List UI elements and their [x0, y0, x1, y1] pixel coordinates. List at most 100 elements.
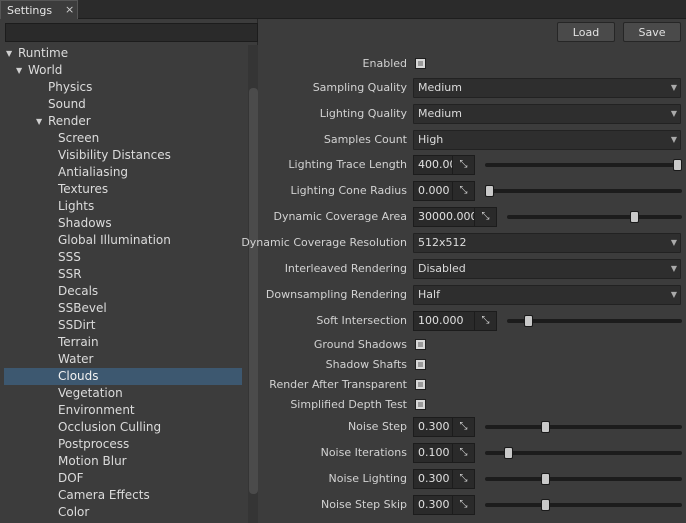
sampling-quality-select[interactable]: Medium ▼ [413, 78, 681, 98]
tree-item-label: Runtime [18, 46, 69, 60]
tree-item-sss[interactable]: SSS [4, 249, 242, 266]
lighting-quality-label: Lighting Quality [319, 107, 407, 120]
tree-item-environment[interactable]: Environment [4, 402, 242, 419]
tree-item-render[interactable]: ▼ Render [4, 113, 242, 130]
tree-item-antialiasing[interactable]: Antialiasing [4, 164, 242, 181]
lighting-trace-length-slider-track[interactable] [485, 163, 682, 167]
dynamic-coverage-area-slider-thumb[interactable] [629, 211, 639, 223]
dynamic-coverage-area-label: Dynamic Coverage Area [273, 210, 407, 223]
lighting-trace-length-slider-thumb[interactable] [673, 159, 682, 171]
noise-iterations-slider-thumb[interactable] [503, 447, 513, 459]
shadow-shafts-checkbox[interactable] [415, 359, 426, 370]
noise-lighting-slider-track[interactable] [485, 477, 682, 481]
tab-settings[interactable]: Settings × [0, 0, 78, 20]
tree-item-textures[interactable]: Textures [4, 181, 242, 198]
tree-item-vegetation[interactable]: Vegetation [4, 385, 242, 402]
tree-item-screen[interactable]: Screen [4, 130, 242, 147]
lighting-cone-radius-slider-thumb[interactable] [485, 185, 494, 197]
dynamic-coverage-area-slider-track[interactable] [507, 215, 682, 219]
noise-step-input[interactable]: 0.300 [413, 417, 453, 437]
load-button[interactable]: Load [557, 22, 615, 42]
expand-arrow-icon[interactable]: ▼ [36, 113, 42, 130]
noise-step-slider-track[interactable] [485, 425, 682, 429]
simplified-depth-test-checkbox[interactable] [415, 399, 426, 410]
soft-intersection-slider-thumb[interactable] [523, 315, 533, 327]
lighting-cone-radius-input[interactable]: 0.000 [413, 181, 453, 201]
tree-item-visibility-distances[interactable]: Visibility Distances [4, 147, 242, 164]
dynamic-coverage-resolution-label: Dynamic Coverage Resolution [241, 236, 407, 249]
soft-intersection-input[interactable]: 100.000 [413, 311, 475, 331]
ground-shadows-label: Ground Shadows [313, 338, 407, 351]
tree-item-sound[interactable]: Sound [4, 96, 242, 113]
downsampling-rendering-value: Half [418, 288, 440, 301]
tree-item-physics[interactable]: Physics [4, 79, 242, 96]
tree-item-global-illumination[interactable]: Global Illumination [4, 232, 242, 249]
save-button[interactable]: Save [623, 22, 681, 42]
lighting-trace-length-input[interactable]: 400.000 [413, 155, 453, 175]
tree-item-terrain[interactable]: Terrain [4, 334, 242, 351]
tree-item-world[interactable]: ▼ World [4, 62, 242, 79]
expand-arrows-icon[interactable]: ⤡ [453, 443, 475, 463]
tree-item-water[interactable]: Water [4, 351, 242, 368]
samples-count-value: High [418, 133, 444, 146]
samples-count-select[interactable]: High ▼ [413, 130, 681, 150]
tree-item-decals[interactable]: Decals [4, 283, 242, 300]
tree-item-shadows[interactable]: Shadows [4, 215, 242, 232]
dynamic-coverage-area-input[interactable]: 30000.000 [413, 207, 475, 227]
expand-arrows-icon[interactable]: ⤡ [453, 181, 475, 201]
tree-item-label: Global Illumination [58, 233, 171, 247]
expand-arrows-icon[interactable]: ⤡ [475, 207, 497, 227]
noise-step-label: Noise Step [347, 420, 407, 433]
tree-item-label: Visibility Distances [58, 148, 171, 162]
tree-item-ssr[interactable]: SSR [4, 266, 242, 283]
expand-arrows-icon[interactable]: ⤡ [453, 495, 475, 515]
noise-iterations-input[interactable]: 0.100 [413, 443, 453, 463]
interleaved-rendering-select[interactable]: Disabled ▼ [413, 259, 681, 279]
ground-shadows-checkbox[interactable] [415, 339, 426, 350]
tree-item-camera-effects[interactable]: Camera Effects [4, 487, 242, 504]
tree-item-label: Water [58, 352, 94, 366]
tree-item-ssbevel[interactable]: SSBevel [4, 300, 242, 317]
tree-item-dof[interactable]: DOF [4, 470, 242, 487]
lighting-cone-radius-label: Lighting Cone Radius [290, 184, 408, 197]
tree-item-color[interactable]: Color [4, 504, 242, 521]
tree-item-label: World [28, 63, 63, 77]
expand-arrow-icon[interactable]: ▼ [16, 62, 22, 79]
render-after-transparent-checkbox[interactable] [415, 379, 426, 390]
lighting-cone-radius-slider-track[interactable] [485, 189, 682, 193]
tree-item-label: SSS [58, 250, 81, 264]
settings-tree: Color Camera Effects DOF Motion Blur Postpro… [4, 45, 258, 523]
noise-lighting-slider-thumb[interactable] [541, 473, 551, 485]
tree-item-label: Color [58, 505, 90, 519]
tree-item-runtime[interactable]: ▼ Runtime [4, 45, 242, 62]
close-icon[interactable]: × [65, 3, 74, 16]
tree-item-postprocess[interactable]: Postprocess [4, 436, 242, 453]
noise-step-skip-slider-thumb[interactable] [541, 499, 551, 511]
dynamic-coverage-resolution-select[interactable]: 512x512 ▼ [413, 233, 681, 253]
tree-item-ssdirt[interactable]: SSDirt [4, 317, 242, 334]
chevron-down-icon: ▼ [670, 83, 677, 92]
noise-lighting-input[interactable]: 0.300 [413, 469, 453, 489]
expand-arrows-icon[interactable]: ⤡ [453, 417, 475, 437]
noise-iterations-slider-track[interactable] [485, 451, 682, 455]
tree-item-motion-blur[interactable]: Motion Blur [4, 453, 242, 470]
soft-intersection-slider-track[interactable] [507, 319, 682, 323]
scrollbar-thumb[interactable] [249, 88, 258, 494]
noise-step-skip-slider-track[interactable] [485, 503, 682, 507]
interleaved-rendering-label: Interleaved Rendering [284, 262, 407, 275]
lighting-quality-value: Medium [418, 107, 462, 120]
tree-item-label: SSDirt [58, 318, 96, 332]
expand-arrows-icon[interactable]: ⤡ [453, 469, 475, 489]
downsampling-rendering-select[interactable]: Half ▼ [413, 285, 681, 305]
expand-arrows-icon[interactable]: ⤡ [453, 155, 475, 175]
expand-arrows-icon[interactable]: ⤡ [475, 311, 497, 331]
noise-step-skip-input[interactable]: 0.300 [413, 495, 453, 515]
lighting-quality-select[interactable]: Medium ▼ [413, 104, 681, 124]
enabled-checkbox[interactable] [415, 58, 426, 69]
noise-step-slider-thumb[interactable] [541, 421, 551, 433]
tree-item-occlusion-culling[interactable]: Occlusion Culling [4, 419, 242, 436]
tree-item-lights[interactable]: Lights [4, 198, 242, 215]
tree-item-clouds[interactable]: Clouds [4, 368, 242, 385]
expand-arrow-icon[interactable]: ▼ [6, 45, 12, 62]
search-input[interactable] [5, 23, 258, 42]
